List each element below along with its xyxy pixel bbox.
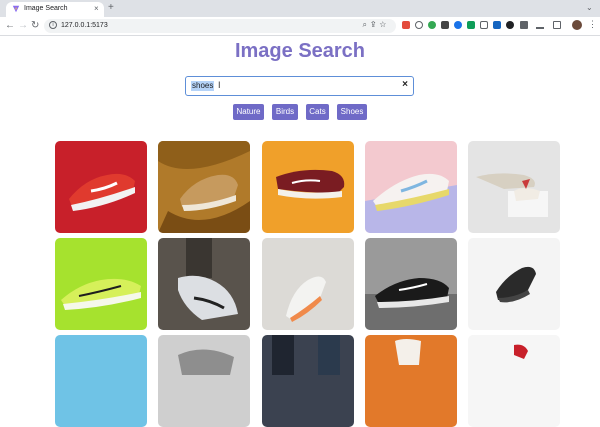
- chip-cats[interactable]: Cats: [306, 104, 329, 120]
- extension-icon[interactable]: [428, 21, 436, 29]
- site-info-icon[interactable]: i: [49, 21, 57, 29]
- blue-background-image[interactable]: [55, 335, 147, 427]
- vite-favicon-icon: [12, 5, 20, 13]
- extension-icon[interactable]: [493, 21, 501, 29]
- puzzle-extensions-icon[interactable]: [520, 21, 528, 29]
- browser-menu-icon[interactable]: ⋮: [588, 19, 597, 30]
- download-icon[interactable]: [536, 21, 544, 29]
- chip-birds[interactable]: Birds: [272, 104, 298, 120]
- extension-icon[interactable]: [480, 21, 488, 29]
- tab-image-search[interactable]: Image Search ×: [6, 2, 104, 17]
- feet-icon: [262, 335, 354, 427]
- forward-button[interactable]: →: [18, 20, 28, 32]
- chip-nature[interactable]: Nature: [233, 104, 264, 120]
- red-sneaker-icon: [55, 141, 147, 233]
- orange-white-runner-image[interactable]: [262, 238, 354, 330]
- feet-image[interactable]: [262, 335, 354, 427]
- lime-runner-sneaker-icon: [55, 238, 147, 330]
- extension-icon[interactable]: [441, 21, 449, 29]
- orange-background-image[interactable]: [365, 335, 457, 427]
- blue-background-icon: [55, 335, 147, 427]
- search-input[interactable]: shoes I ×: [185, 76, 414, 96]
- reload-button[interactable]: ↻: [31, 20, 39, 32]
- white-runner-on-foot-icon: [158, 238, 250, 330]
- black-sneaker-image[interactable]: [365, 238, 457, 330]
- tan-sneaker-image[interactable]: [158, 141, 250, 233]
- tan-sneaker-icon: [158, 141, 250, 233]
- pastel-sneaker-icon: [365, 141, 457, 233]
- black-sneaker-icon: [365, 238, 457, 330]
- black-sneaker-on-white-icon: [468, 238, 560, 330]
- maroon-sneaker-image[interactable]: [262, 141, 354, 233]
- orange-white-runner-icon: [262, 238, 354, 330]
- profile-avatar[interactable]: [572, 20, 582, 30]
- omnibox-action-icons[interactable]: ⌕⇪☆: [362, 20, 390, 30]
- red-sneaker-on-white-icon: [468, 335, 560, 427]
- search-input-value: shoes: [191, 81, 215, 91]
- page-title: Image Search: [234, 40, 366, 62]
- red-sneaker-image[interactable]: [55, 141, 147, 233]
- white-high-top-sneaker-image[interactable]: [468, 141, 560, 233]
- lime-runner-sneaker-image[interactable]: [55, 238, 147, 330]
- extension-icon[interactable]: [454, 21, 462, 29]
- maroon-sneaker-icon: [262, 141, 354, 233]
- extension-icon[interactable]: [506, 21, 514, 29]
- red-sneaker-on-white-image[interactable]: [468, 335, 560, 427]
- text-cursor-icon: I: [218, 80, 221, 90]
- gray-sneaker-icon: [158, 335, 250, 427]
- clear-search-button[interactable]: ×: [402, 79, 408, 90]
- tab-title: Image Search: [24, 5, 68, 12]
- url-text: 127.0.0.1:5173: [61, 22, 108, 29]
- pastel-sneaker-image[interactable]: [365, 141, 457, 233]
- white-runner-on-foot-image[interactable]: [158, 238, 250, 330]
- tab-strip: Image Search × + ⌄: [0, 0, 600, 17]
- extension-icon[interactable]: [402, 21, 410, 29]
- white-high-top-sneaker-icon: [468, 141, 560, 233]
- extension-icon[interactable]: [467, 21, 475, 29]
- tab-close-icon[interactable]: ×: [94, 3, 99, 14]
- address-bar[interactable]: i 127.0.0.1:5173 ⌕⇪☆: [44, 19, 396, 33]
- back-button[interactable]: ←: [5, 20, 15, 32]
- black-sneaker-on-white-image[interactable]: [468, 238, 560, 330]
- gray-sneaker-image[interactable]: [158, 335, 250, 427]
- new-tab-button[interactable]: +: [108, 2, 114, 14]
- chip-shoes[interactable]: Shoes: [337, 104, 367, 120]
- tab-search-icon[interactable]: ⌄: [586, 3, 593, 12]
- extension-icon[interactable]: [415, 21, 423, 29]
- orange-background-icon: [365, 335, 457, 427]
- side-panel-icon[interactable]: [553, 21, 561, 29]
